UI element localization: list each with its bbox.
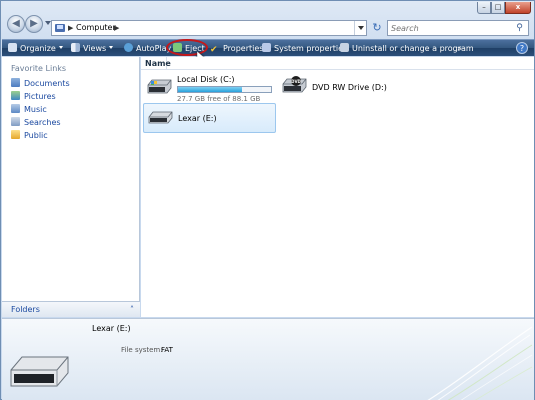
breadcrumb-computer[interactable]: Computer <box>76 23 116 32</box>
drive-label: DVD RW Drive (D:) <box>312 83 387 92</box>
autoplay-icon <box>124 43 133 52</box>
decorative-swoosh <box>427 326 533 400</box>
command-bar: Organize Views AutoPlay Eject ✔ Propertie… <box>2 39 534 62</box>
file-list: Name Local Disk (C:) 27.7 GB free of 88.… <box>141 57 534 317</box>
address-row: ◀ ▶ ▶ Computer ▶ ↻ ⚲ – □ x <box>1 1 534 37</box>
sidebar-item-label: Documents <box>24 79 70 88</box>
organize-icon <box>8 43 17 52</box>
details-item-name: Lexar (E:) <box>92 324 131 333</box>
maximize-button[interactable]: □ <box>491 2 505 14</box>
uninstall-label: Uninstall or change a program <box>352 44 474 53</box>
column-header-row: Name <box>141 57 534 70</box>
search-icon[interactable]: ⚲ <box>513 22 526 34</box>
views-label: Views <box>83 44 107 53</box>
disk-usage-fill <box>178 87 243 92</box>
favorite-links-heading: Favorite Links <box>11 64 67 73</box>
sidebar-item-public[interactable]: Public <box>11 130 48 141</box>
uninstall-icon <box>340 43 349 52</box>
folders-label: Folders <box>11 305 40 314</box>
sidebar-item-label: Searches <box>24 118 61 127</box>
autoplay-button[interactable]: AutoPlay <box>124 42 171 55</box>
drive-item-dvd[interactable]: DVD DVD RW Drive (D:) <box>278 73 408 103</box>
removable-disk-large-icon <box>10 356 69 387</box>
sidebar-item-label: Music <box>24 105 47 114</box>
drive-label: Local Disk (C:) <box>177 75 235 84</box>
disk-usage-bar <box>177 86 272 93</box>
organize-button[interactable]: Organize <box>8 42 63 55</box>
minimize-button[interactable]: – <box>477 2 491 14</box>
breadcrumb-arrow-icon[interactable]: ▶ <box>68 24 73 32</box>
removable-disk-icon <box>148 111 173 124</box>
chevron-up-icon: ˄ <box>130 305 134 314</box>
pictures-icon <box>11 91 20 100</box>
system-properties-button[interactable]: System properties <box>262 42 347 55</box>
computer-icon <box>55 24 65 32</box>
file-system-value: FAT <box>161 346 173 354</box>
explorer-window: ◀ ▶ ▶ Computer ▶ ↻ ⚲ – □ x Organize View… <box>0 0 535 400</box>
navigation-pane: Favorite Links Documents Pictures Music … <box>2 57 140 317</box>
address-dropdown-icon[interactable] <box>354 21 366 35</box>
uninstall-button[interactable]: Uninstall or change a program <box>340 42 474 55</box>
documents-icon <box>11 78 20 87</box>
sidebar-item-label: Pictures <box>24 92 56 101</box>
close-button[interactable]: x <box>505 2 531 14</box>
searches-icon <box>11 117 20 126</box>
file-system-label: File system: <box>121 346 163 354</box>
properties-label: Properties <box>223 44 264 53</box>
sidebar-item-documents[interactable]: Documents <box>11 78 70 89</box>
drive-item-local-disk[interactable]: Local Disk (C:) 27.7 GB free of 88.1 GB <box>143 73 278 103</box>
views-button[interactable]: Views <box>71 42 114 55</box>
breadcrumb-arrow-icon[interactable]: ▶ <box>114 24 119 32</box>
views-icon <box>71 43 80 52</box>
properties-button[interactable]: ✔ Properties <box>210 42 263 55</box>
refresh-icon[interactable]: ↻ <box>369 20 385 36</box>
dvd-badge: DVD <box>291 79 301 84</box>
drive-label: Lexar (E:) <box>178 114 217 123</box>
chevron-down-icon <box>109 46 114 49</box>
folders-toggle[interactable]: Folders ˄ <box>2 301 140 317</box>
music-icon <box>11 104 20 113</box>
search-input[interactable] <box>391 22 509 34</box>
sidebar-item-searches[interactable]: Searches <box>11 117 61 128</box>
column-header-name[interactable]: Name <box>141 57 171 70</box>
dvd-drive-icon: DVD <box>282 76 307 93</box>
chevron-down-icon <box>58 46 63 49</box>
checkmark-icon: ✔ <box>210 45 218 55</box>
drive-free-space: 27.7 GB free of 88.1 GB <box>177 95 261 103</box>
more-commands-button[interactable]: » <box>457 42 462 55</box>
drive-item-lexar[interactable]: Lexar (E:) <box>143 103 276 133</box>
forward-button[interactable]: ▶ <box>25 15 43 33</box>
sidebar-item-music[interactable]: Music <box>11 104 47 115</box>
search-box[interactable]: ⚲ <box>387 20 529 36</box>
details-pane: Lexar (E:) File system: FAT <box>2 318 534 400</box>
sidebar-item-pictures[interactable]: Pictures <box>11 91 56 102</box>
help-icon[interactable]: ? <box>516 42 528 54</box>
hard-disk-icon <box>147 79 172 94</box>
address-bar[interactable]: ▶ Computer ▶ <box>51 20 367 36</box>
public-icon <box>11 130 20 139</box>
system-properties-icon <box>262 43 271 52</box>
back-button[interactable]: ◀ <box>7 15 25 33</box>
system-properties-label: System properties <box>274 44 348 53</box>
organize-label: Organize <box>20 44 56 53</box>
sidebar-item-label: Public <box>24 131 48 140</box>
